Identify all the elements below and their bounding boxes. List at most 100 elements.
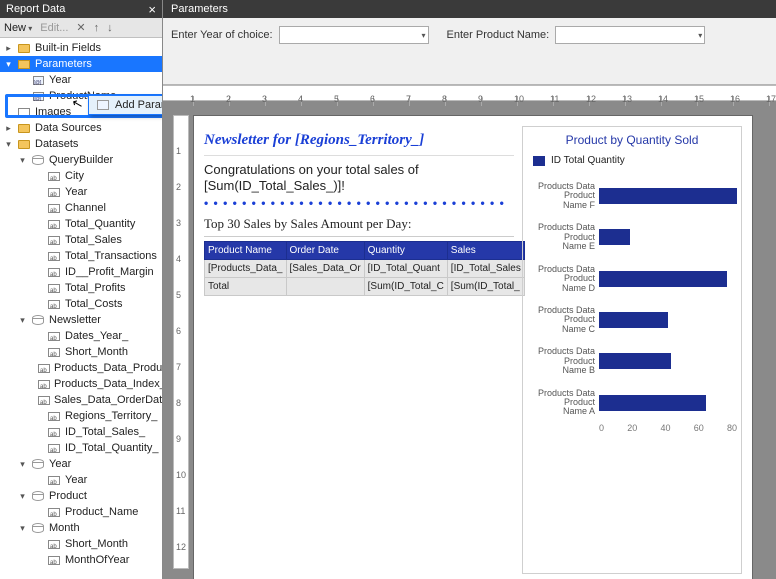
tree-node-field[interactable]: Total_Profits [0,280,162,296]
tree-node-param[interactable]: Year [0,72,162,88]
tree-label: Images [35,105,71,119]
table-cell[interactable]: [Sum(ID_Total_C [364,278,447,296]
tree-node-field[interactable]: Sales_Data_OrderDate_ [0,392,162,408]
tree-node-dataset[interactable]: ▾ Product [0,488,162,504]
tree-node-field[interactable]: Products_Data_Index_ [0,376,162,392]
expand-icon[interactable]: ▸ [4,41,13,55]
field-icon [48,476,60,485]
table-header-cell[interactable]: Sales [447,242,524,260]
param-product-combo[interactable]: ▾ [555,26,705,44]
report-data-tree[interactable]: ▸ Built-in Fields ▾ Parameters YearProdu… [0,38,162,579]
ruler-tick: 1 [176,146,181,156]
field-icon [48,348,60,357]
collapse-icon[interactable]: ▾ [18,313,27,327]
collapse-icon[interactable]: ▾ [4,57,13,71]
tree-node-field[interactable]: Short_Month [0,536,162,552]
table-cell[interactable] [286,278,364,296]
bar-row: Products Data ProductName B [527,347,737,375]
collapse-icon[interactable]: ▾ [18,153,27,167]
delete-icon[interactable]: ✕ [76,21,85,34]
chart-container[interactable]: Product by Quantity Sold ID Total Quanti… [522,126,742,574]
tree-node-field[interactable]: Product_Name [0,504,162,520]
param-label: Enter Year of choice: [171,29,273,41]
bar-track [599,312,737,328]
collapse-icon[interactable]: ▾ [18,521,27,535]
parameters-pane: Enter Year of choice: ▾ Enter Product Na… [163,18,776,85]
bar-fill [599,271,727,287]
new-dropdown[interactable]: New [4,22,32,34]
tree-node-field[interactable]: ID__Profit_Margin [0,264,162,280]
tree-node-field[interactable]: MonthOfYear [0,552,162,568]
tree-node-field[interactable]: City [0,168,162,184]
axis-tick: 80 [727,423,737,433]
tree-node-field[interactable]: Total_Sales [0,232,162,248]
expand-icon[interactable]: ▸ [4,121,13,135]
folder-icon [18,124,30,133]
tree-label: Short_Month [65,345,128,359]
tree-node-field[interactable]: Dates_Year_ [0,328,162,344]
tree-label: MonthOfYear [65,553,129,567]
tree-node-parameters[interactable]: ▾ Parameters [0,56,162,72]
tree-node-field[interactable]: Total_Costs [0,296,162,312]
tree-node-field[interactable]: Year [0,184,162,200]
folder-icon [18,60,30,69]
bar-fill [599,353,671,369]
folder-icon [18,44,30,53]
tree-node-dataset[interactable]: ▾ QueryBuilder [0,152,162,168]
collapse-icon[interactable]: ▾ [4,137,13,151]
report-heading[interactable]: Newsletter for [Regions_Territory_] [204,126,514,156]
table-cell[interactable]: [ID_Total_Sales [447,260,524,278]
table-row[interactable]: Total [Sum(ID_Total_C[Sum(ID_Total_ [205,278,525,296]
move-down-icon[interactable]: ↓ [107,22,113,34]
table-cell[interactable]: [ID_Total_Quant [364,260,447,278]
report-page[interactable]: Newsletter for [Regions_Territory_] Cong… [193,115,753,579]
tree-node-field[interactable]: ID_Total_Sales_ [0,424,162,440]
table-cell[interactable]: [Sales_Data_Or [286,260,364,278]
close-icon[interactable]: × [148,2,156,17]
report-data-titlebar: Report Data × [0,0,162,18]
parameters-pane-title: Parameters [163,0,776,18]
legend-label: ID Total Quantity [551,155,625,166]
tree-label: Year [49,457,71,471]
context-menu[interactable]: Add Parameter... [88,95,162,115]
tree-node-dataset[interactable]: ▾ Year [0,456,162,472]
field-icon [48,428,60,437]
param-group-year: Enter Year of choice: ▾ [171,26,429,44]
field-icon [38,380,50,389]
tree-node-field[interactable]: ID_Total_Quantity_ [0,440,162,456]
tree-label: Product [49,489,87,503]
table-cell[interactable]: [Sum(ID_Total_ [447,278,524,296]
tree-node-field[interactable]: Products_Data_Product... [0,360,162,376]
congrats-text[interactable]: Congratulations on your total sales of [… [204,156,514,194]
table-header-cell[interactable]: Quantity [364,242,447,260]
tree-node-datasources[interactable]: ▸ Data Sources [0,120,162,136]
tree-node-field[interactable]: Total_Transactions [0,248,162,264]
tree-node-dataset[interactable]: ▾Newsletter [0,312,162,328]
tree-node-builtins[interactable]: ▸ Built-in Fields [0,40,162,56]
menu-item-label: Add Parameter... [115,99,162,111]
table-header-cell[interactable]: Product Name [205,242,287,260]
tree-label: QueryBuilder [49,153,113,167]
menu-item-add-parameter[interactable]: Add Parameter... [88,95,162,115]
tree-node-field[interactable]: Regions_Territory_ [0,408,162,424]
table-header-cell[interactable]: Order Date [286,242,364,260]
edit-button[interactable]: Edit... [40,22,68,34]
tree-node-dataset[interactable]: ▾Month [0,520,162,536]
table-cell[interactable]: [Products_Data_ [205,260,287,278]
tree-node-field[interactable]: Short_Month [0,344,162,360]
field-icon [48,540,60,549]
param-year-combo[interactable]: ▾ [279,26,429,44]
section-heading[interactable]: Top 30 Sales by Sales Amount per Day: [204,212,514,237]
tree-node-field[interactable]: Year [0,472,162,488]
tree-label: Dates_Year_ [65,329,128,343]
tree-node-field[interactable]: Channel [0,200,162,216]
move-up-icon[interactable]: ↑ [94,22,100,34]
sales-table[interactable]: Product NameOrder DateQuantitySales [Pro… [204,241,525,296]
tree-node-datasets[interactable]: ▾ Datasets [0,136,162,152]
table-row[interactable]: [Products_Data_[Sales_Data_Or[ID_Total_Q… [205,260,525,278]
tree-label: Product_Name [65,505,138,519]
table-cell[interactable]: Total [205,278,287,296]
collapse-icon[interactable]: ▾ [18,457,27,471]
collapse-icon[interactable]: ▾ [18,489,27,503]
tree-node-field[interactable]: Total_Quantity [0,216,162,232]
